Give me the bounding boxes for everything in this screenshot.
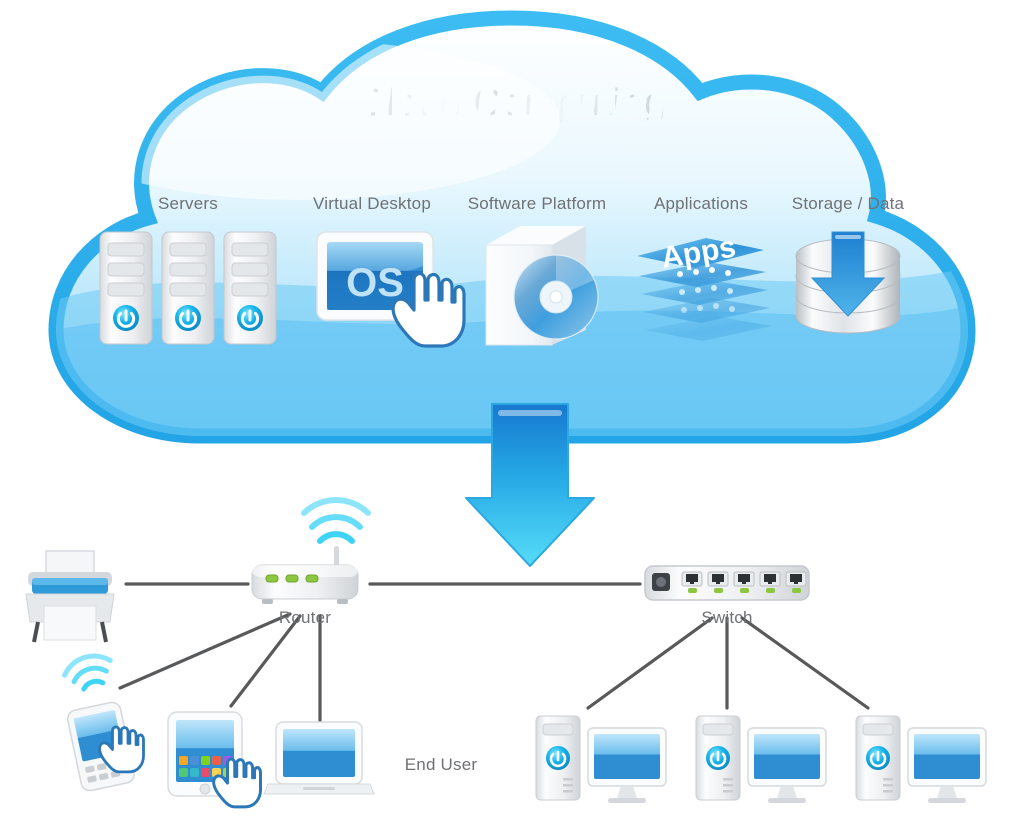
desktop-pc-icon xyxy=(535,715,667,803)
end-user-label: End User xyxy=(404,755,478,774)
node-label-router: Router xyxy=(278,608,332,627)
monitor-os-text: OS xyxy=(346,261,404,305)
cloud-shape xyxy=(48,10,976,444)
wifi-waves-icon xyxy=(301,497,371,544)
server-rack-icon xyxy=(99,231,277,345)
switch-icon xyxy=(644,565,810,601)
database-download-icon xyxy=(795,231,901,334)
printer-icon xyxy=(25,550,115,643)
line-router-smartphone xyxy=(118,612,292,690)
connection-lines xyxy=(118,582,870,724)
line-switch-desktop-3 xyxy=(740,616,870,710)
router-icon xyxy=(251,497,371,604)
service-label-storage-data: Storage / Data xyxy=(791,194,905,213)
router-leds xyxy=(265,574,319,583)
node-label-switch: Switch xyxy=(701,608,753,627)
service-label-applications: Applications xyxy=(653,194,749,213)
cloud-computing-diagram: OS Apps Cloud Computing Servers Virtual … xyxy=(0,0,1024,820)
tablet-icon xyxy=(167,711,262,809)
software-box-cd-icon xyxy=(485,226,599,346)
desktop-pc-icon xyxy=(695,715,827,803)
diagram-title: Cloud Computing xyxy=(357,82,667,124)
service-label-servers: Servers xyxy=(158,194,218,213)
cd-disc-icon xyxy=(513,254,599,340)
line-router-tablet xyxy=(229,614,302,708)
line-switch-desktop-1 xyxy=(586,616,714,710)
smartphone-icon xyxy=(62,653,145,792)
wifi-waves-icon xyxy=(62,653,113,692)
service-label-software-platform: Software Platform xyxy=(467,194,607,213)
desktop-pc-icon xyxy=(855,715,987,803)
laptop-icon xyxy=(263,721,375,795)
service-label-virtual-desktop: Virtual Desktop xyxy=(313,194,431,213)
